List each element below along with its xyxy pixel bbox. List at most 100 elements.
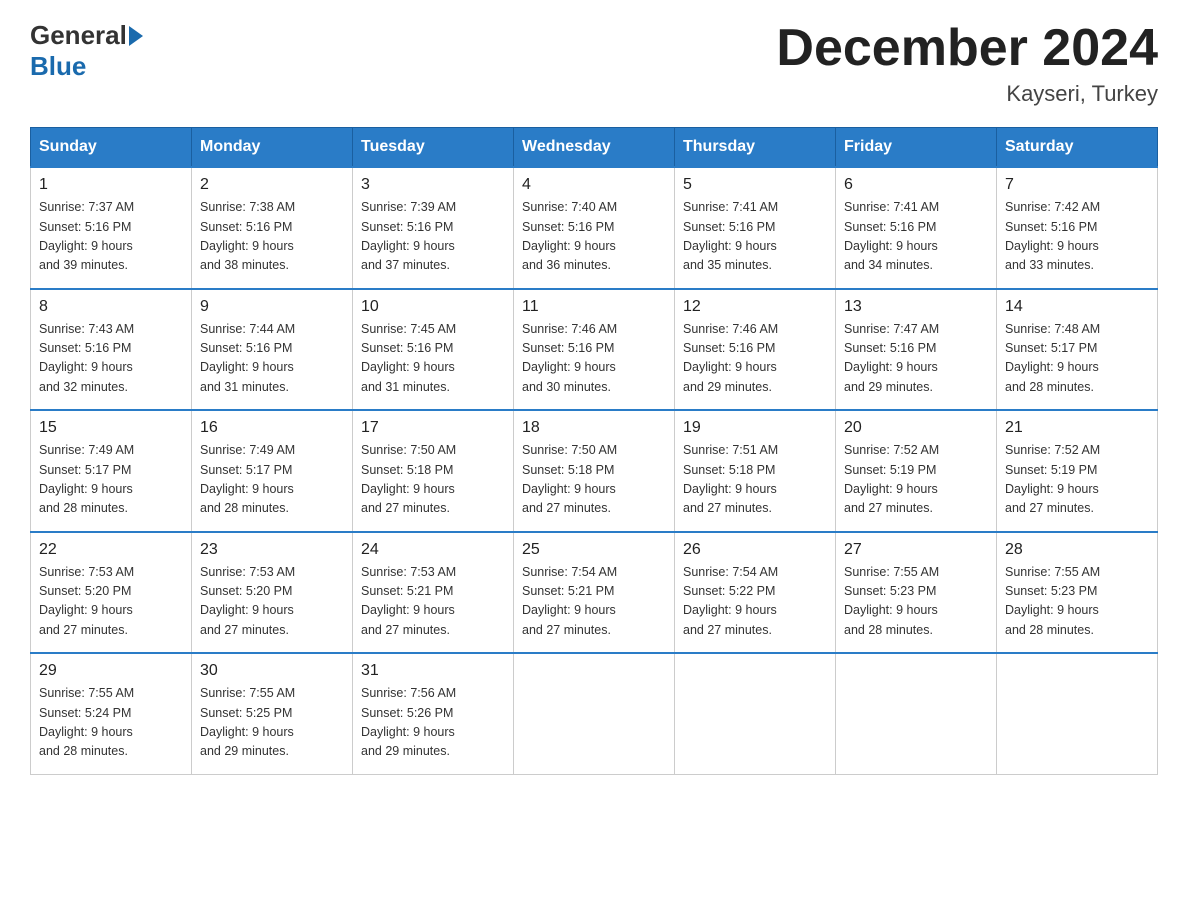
day-number: 29: [39, 662, 183, 680]
calendar-cell: 8 Sunrise: 7:43 AM Sunset: 5:16 PM Dayli…: [31, 289, 192, 411]
day-info: Sunrise: 7:41 AM Sunset: 5:16 PM Dayligh…: [844, 198, 988, 276]
day-number: 25: [522, 541, 666, 559]
day-info: Sunrise: 7:53 AM Sunset: 5:20 PM Dayligh…: [39, 563, 183, 641]
day-info: Sunrise: 7:49 AM Sunset: 5:17 PM Dayligh…: [200, 441, 344, 519]
day-number: 4: [522, 176, 666, 194]
day-number: 2: [200, 176, 344, 194]
day-info: Sunrise: 7:55 AM Sunset: 5:25 PM Dayligh…: [200, 684, 344, 762]
calendar-cell: [514, 653, 675, 774]
day-info: Sunrise: 7:39 AM Sunset: 5:16 PM Dayligh…: [361, 198, 505, 276]
calendar-cell: 28 Sunrise: 7:55 AM Sunset: 5:23 PM Dayl…: [997, 532, 1158, 654]
calendar-row-3: 15 Sunrise: 7:49 AM Sunset: 5:17 PM Dayl…: [31, 410, 1158, 532]
calendar-cell: 22 Sunrise: 7:53 AM Sunset: 5:20 PM Dayl…: [31, 532, 192, 654]
day-number: 10: [361, 298, 505, 316]
header-saturday: Saturday: [997, 128, 1158, 168]
day-number: 11: [522, 298, 666, 316]
calendar-cell: 13 Sunrise: 7:47 AM Sunset: 5:16 PM Dayl…: [836, 289, 997, 411]
day-number: 6: [844, 176, 988, 194]
calendar-cell: 5 Sunrise: 7:41 AM Sunset: 5:16 PM Dayli…: [675, 167, 836, 289]
logo-arrow-icon: [129, 26, 143, 46]
calendar-cell: 6 Sunrise: 7:41 AM Sunset: 5:16 PM Dayli…: [836, 167, 997, 289]
day-info: Sunrise: 7:38 AM Sunset: 5:16 PM Dayligh…: [200, 198, 344, 276]
calendar-cell: 12 Sunrise: 7:46 AM Sunset: 5:16 PM Dayl…: [675, 289, 836, 411]
calendar-cell: 29 Sunrise: 7:55 AM Sunset: 5:24 PM Dayl…: [31, 653, 192, 774]
calendar-cell: 11 Sunrise: 7:46 AM Sunset: 5:16 PM Dayl…: [514, 289, 675, 411]
day-info: Sunrise: 7:51 AM Sunset: 5:18 PM Dayligh…: [683, 441, 827, 519]
header-wednesday: Wednesday: [514, 128, 675, 168]
day-number: 26: [683, 541, 827, 559]
day-number: 16: [200, 419, 344, 437]
weekday-header-row: Sunday Monday Tuesday Wednesday Thursday…: [31, 128, 1158, 168]
day-number: 1: [39, 176, 183, 194]
day-number: 13: [844, 298, 988, 316]
day-info: Sunrise: 7:41 AM Sunset: 5:16 PM Dayligh…: [683, 198, 827, 276]
day-info: Sunrise: 7:37 AM Sunset: 5:16 PM Dayligh…: [39, 198, 183, 276]
day-info: Sunrise: 7:47 AM Sunset: 5:16 PM Dayligh…: [844, 320, 988, 398]
logo: General Blue: [30, 20, 145, 82]
day-number: 27: [844, 541, 988, 559]
calendar-cell: 9 Sunrise: 7:44 AM Sunset: 5:16 PM Dayli…: [192, 289, 353, 411]
calendar-cell: 4 Sunrise: 7:40 AM Sunset: 5:16 PM Dayli…: [514, 167, 675, 289]
day-number: 24: [361, 541, 505, 559]
day-info: Sunrise: 7:55 AM Sunset: 5:24 PM Dayligh…: [39, 684, 183, 762]
calendar-cell: 23 Sunrise: 7:53 AM Sunset: 5:20 PM Dayl…: [192, 532, 353, 654]
calendar-cell: 20 Sunrise: 7:52 AM Sunset: 5:19 PM Dayl…: [836, 410, 997, 532]
header-thursday: Thursday: [675, 128, 836, 168]
day-info: Sunrise: 7:50 AM Sunset: 5:18 PM Dayligh…: [522, 441, 666, 519]
day-number: 7: [1005, 176, 1149, 194]
day-number: 30: [200, 662, 344, 680]
day-number: 9: [200, 298, 344, 316]
calendar-cell: 31 Sunrise: 7:56 AM Sunset: 5:26 PM Dayl…: [353, 653, 514, 774]
calendar-cell: [997, 653, 1158, 774]
day-info: Sunrise: 7:53 AM Sunset: 5:21 PM Dayligh…: [361, 563, 505, 641]
header-sunday: Sunday: [31, 128, 192, 168]
day-info: Sunrise: 7:48 AM Sunset: 5:17 PM Dayligh…: [1005, 320, 1149, 398]
calendar-cell: 3 Sunrise: 7:39 AM Sunset: 5:16 PM Dayli…: [353, 167, 514, 289]
day-info: Sunrise: 7:45 AM Sunset: 5:16 PM Dayligh…: [361, 320, 505, 398]
calendar-table: Sunday Monday Tuesday Wednesday Thursday…: [30, 127, 1158, 775]
calendar-cell: 14 Sunrise: 7:48 AM Sunset: 5:17 PM Dayl…: [997, 289, 1158, 411]
calendar-cell: [836, 653, 997, 774]
day-number: 19: [683, 419, 827, 437]
day-number: 15: [39, 419, 183, 437]
day-info: Sunrise: 7:53 AM Sunset: 5:20 PM Dayligh…: [200, 563, 344, 641]
month-year-title: December 2024: [776, 20, 1158, 77]
day-info: Sunrise: 7:49 AM Sunset: 5:17 PM Dayligh…: [39, 441, 183, 519]
day-info: Sunrise: 7:42 AM Sunset: 5:16 PM Dayligh…: [1005, 198, 1149, 276]
day-number: 28: [1005, 541, 1149, 559]
day-info: Sunrise: 7:55 AM Sunset: 5:23 PM Dayligh…: [844, 563, 988, 641]
calendar-cell: 24 Sunrise: 7:53 AM Sunset: 5:21 PM Dayl…: [353, 532, 514, 654]
calendar-cell: 16 Sunrise: 7:49 AM Sunset: 5:17 PM Dayl…: [192, 410, 353, 532]
calendar-cell: 2 Sunrise: 7:38 AM Sunset: 5:16 PM Dayli…: [192, 167, 353, 289]
day-number: 23: [200, 541, 344, 559]
day-number: 22: [39, 541, 183, 559]
day-number: 17: [361, 419, 505, 437]
calendar-cell: 15 Sunrise: 7:49 AM Sunset: 5:17 PM Dayl…: [31, 410, 192, 532]
logo-general-text: General: [30, 20, 127, 51]
calendar-cell: 1 Sunrise: 7:37 AM Sunset: 5:16 PM Dayli…: [31, 167, 192, 289]
day-number: 5: [683, 176, 827, 194]
header-tuesday: Tuesday: [353, 128, 514, 168]
day-number: 8: [39, 298, 183, 316]
calendar-row-4: 22 Sunrise: 7:53 AM Sunset: 5:20 PM Dayl…: [31, 532, 1158, 654]
calendar-cell: 10 Sunrise: 7:45 AM Sunset: 5:16 PM Dayl…: [353, 289, 514, 411]
day-info: Sunrise: 7:43 AM Sunset: 5:16 PM Dayligh…: [39, 320, 183, 398]
day-info: Sunrise: 7:54 AM Sunset: 5:21 PM Dayligh…: [522, 563, 666, 641]
day-number: 3: [361, 176, 505, 194]
day-info: Sunrise: 7:52 AM Sunset: 5:19 PM Dayligh…: [844, 441, 988, 519]
location-label: Kayseri, Turkey: [776, 81, 1158, 107]
day-number: 21: [1005, 419, 1149, 437]
day-info: Sunrise: 7:52 AM Sunset: 5:19 PM Dayligh…: [1005, 441, 1149, 519]
day-info: Sunrise: 7:50 AM Sunset: 5:18 PM Dayligh…: [361, 441, 505, 519]
header-friday: Friday: [836, 128, 997, 168]
day-number: 18: [522, 419, 666, 437]
calendar-cell: 25 Sunrise: 7:54 AM Sunset: 5:21 PM Dayl…: [514, 532, 675, 654]
calendar-cell: 27 Sunrise: 7:55 AM Sunset: 5:23 PM Dayl…: [836, 532, 997, 654]
day-info: Sunrise: 7:44 AM Sunset: 5:16 PM Dayligh…: [200, 320, 344, 398]
day-info: Sunrise: 7:55 AM Sunset: 5:23 PM Dayligh…: [1005, 563, 1149, 641]
header-monday: Monday: [192, 128, 353, 168]
calendar-cell: [675, 653, 836, 774]
day-number: 14: [1005, 298, 1149, 316]
day-info: Sunrise: 7:40 AM Sunset: 5:16 PM Dayligh…: [522, 198, 666, 276]
day-number: 12: [683, 298, 827, 316]
